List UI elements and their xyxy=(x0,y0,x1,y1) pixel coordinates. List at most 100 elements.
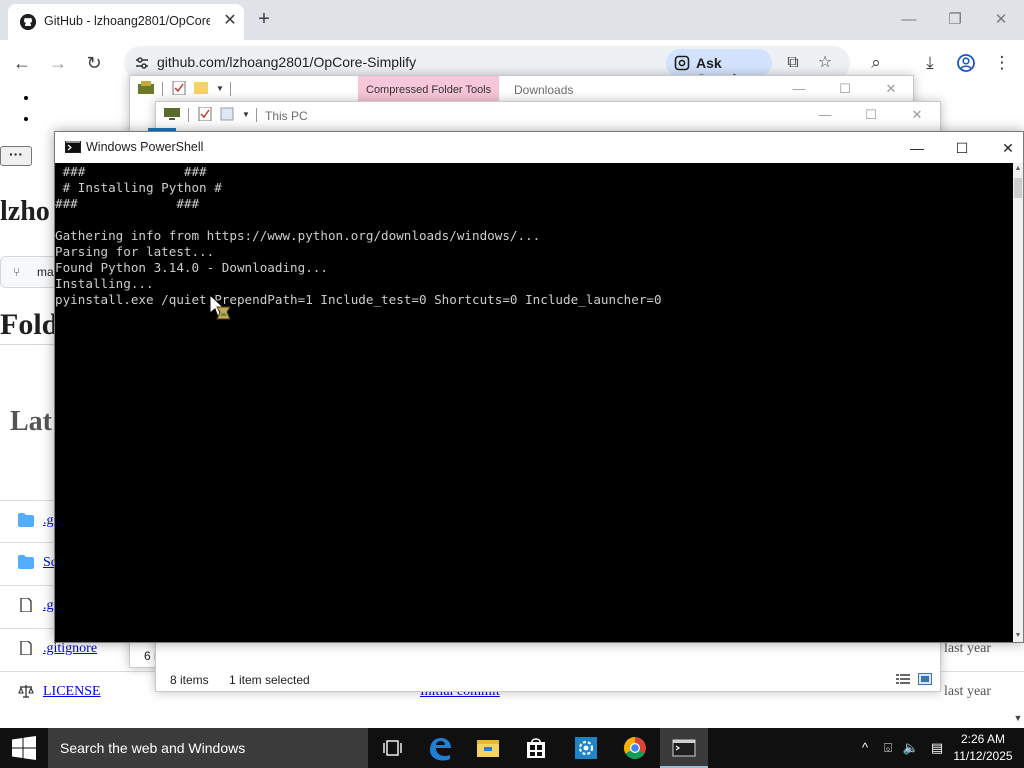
powershell-icon xyxy=(65,141,81,153)
close-window-icon[interactable]: ✕ xyxy=(986,8,1016,32)
status-bar: 8 items 1 item selected xyxy=(156,669,940,691)
folder-icon xyxy=(18,555,34,569)
console-line: Installing... xyxy=(55,276,154,291)
computer-icon xyxy=(164,108,180,120)
console-line: ### ### xyxy=(55,164,207,179)
list-bullet xyxy=(24,117,28,121)
properties-icon[interactable] xyxy=(172,81,188,95)
console-output[interactable]: ### ### # Installing Python # ### ### Ga… xyxy=(55,163,1013,642)
close-icon[interactable]: ✕ xyxy=(986,134,1024,162)
minimize-icon[interactable]: — xyxy=(894,8,924,32)
close-tab-icon[interactable]: ✕ xyxy=(220,11,240,31)
edge-button[interactable] xyxy=(416,728,464,768)
start-button[interactable] xyxy=(0,728,48,768)
google-lens-icon[interactable]: ⌕ xyxy=(864,51,888,75)
star-icon[interactable]: ☆ xyxy=(815,53,835,73)
list-bullet xyxy=(24,96,28,100)
maximize-icon[interactable]: ☐ xyxy=(832,79,858,99)
scroll-down-arrow-icon[interactable]: ▼ xyxy=(1013,630,1023,642)
ask-google-button[interactable]: Ask Google xyxy=(666,49,772,87)
console-scrollbar[interactable]: ▲ ▼ xyxy=(1013,163,1023,642)
url-text[interactable]: github.com/lzhoang2801/OpCore-Simplify xyxy=(157,54,416,70)
action-center-icon[interactable]: ▤ xyxy=(928,738,946,758)
clock-date: 11/12/2025 xyxy=(953,749,1013,763)
branch-selector[interactable]: ⑂ ma xyxy=(0,256,60,288)
back-arrow-icon[interactable]: ← xyxy=(10,51,34,75)
new-tab-icon[interactable]: + xyxy=(252,8,276,32)
file-name-link[interactable]: .gitignore xyxy=(43,641,97,657)
more-options-button[interactable]: ··· xyxy=(0,146,32,166)
task-view-button[interactable] xyxy=(368,728,416,768)
system-clock[interactable]: 2:26 AM 11/12/2025 xyxy=(950,731,1016,765)
tune-icon[interactable] xyxy=(134,55,150,71)
window-title: Downloads xyxy=(514,83,574,97)
scroll-up-arrow-icon[interactable]: ▲ xyxy=(1013,163,1023,175)
console-line: pyinstall.exe /quiet PrependPath=1 Inclu… xyxy=(55,292,662,307)
chrome-icon xyxy=(624,737,646,759)
folders-heading: Fold xyxy=(0,308,59,341)
terminal-button[interactable] xyxy=(660,728,708,768)
browser-tab[interactable]: GitHub - lzhoang2801/OpCore-Simplify ✕ xyxy=(8,4,244,40)
file-explorer-icon xyxy=(477,740,499,757)
quick-access-dropdown-icon[interactable]: ▼ xyxy=(242,108,252,122)
commit-date: last year xyxy=(944,684,992,699)
download-icon[interactable]: ⤓ xyxy=(918,51,942,75)
minimize-icon[interactable]: — xyxy=(895,134,939,162)
new-folder-icon[interactable] xyxy=(220,107,236,121)
window-title: Windows PowerShell xyxy=(86,140,204,154)
compressed-folder-tools-tab[interactable]: Compressed Folder Tools xyxy=(358,76,500,102)
new-folder-icon[interactable] xyxy=(194,81,210,95)
clock-time: 2:26 AM xyxy=(960,732,1006,746)
maximize-icon[interactable]: ☐ xyxy=(940,134,984,162)
console-line: # Installing Python # xyxy=(55,180,222,195)
install-app-icon[interactable]: ⧉ xyxy=(783,53,803,73)
chrome-button[interactable] xyxy=(611,728,659,768)
powershell-window: Windows PowerShell — ☐ ✕ ### ### # Insta… xyxy=(54,131,1024,643)
console-line: ### ### xyxy=(55,196,200,211)
properties-icon[interactable] xyxy=(198,107,214,121)
chrome-tab-strip: GitHub - lzhoang2801/OpCore-Simplify ✕ +… xyxy=(0,0,1024,40)
profile-icon[interactable] xyxy=(954,51,978,75)
file-name-link[interactable]: LICENSE xyxy=(43,684,101,700)
console-line: Gathering info from https://www.python.o… xyxy=(55,228,541,243)
task-view-icon xyxy=(383,740,402,756)
close-icon[interactable]: ✕ xyxy=(878,79,904,99)
scroll-down-arrow-icon[interactable]: ▼ xyxy=(1012,712,1024,724)
close-icon[interactable]: ✕ xyxy=(904,105,930,125)
github-icon xyxy=(20,14,36,30)
repo-heading: lzho xyxy=(0,196,50,227)
details-view-icon[interactable] xyxy=(896,673,910,685)
google-lens-icon xyxy=(674,55,690,71)
forward-arrow-icon[interactable]: → xyxy=(46,51,70,75)
search-placeholder: Search the web and Windows xyxy=(60,740,246,756)
store-button[interactable] xyxy=(512,728,560,768)
minimize-icon[interactable]: — xyxy=(812,105,838,125)
busy-cursor-icon xyxy=(209,293,231,320)
edge-icon xyxy=(430,738,451,761)
folder-app-icon xyxy=(138,81,154,94)
restore-icon[interactable]: ❐ xyxy=(940,8,970,32)
explorer-titlebar: ▼ Compressed Folder Tools Downloads — ☐ … xyxy=(130,76,913,102)
show-hidden-icons-icon[interactable]: ^ xyxy=(856,738,874,758)
file-icon xyxy=(20,598,32,612)
quick-access-dropdown-icon[interactable]: ▼ xyxy=(216,82,226,96)
reload-icon[interactable]: ↻ xyxy=(82,51,106,75)
taskbar-search-box[interactable]: Search the web and Windows xyxy=(48,728,368,768)
maximize-icon[interactable]: ☐ xyxy=(858,105,884,125)
divider xyxy=(162,82,163,96)
license-icon xyxy=(18,685,34,698)
settings-button[interactable] xyxy=(562,728,610,768)
file-explorer-button[interactable] xyxy=(464,728,512,768)
volume-muted-icon[interactable]: 🔈 xyxy=(902,738,920,758)
tab-title: GitHub - lzhoang2801/OpCore-Simplify xyxy=(44,14,210,28)
large-icons-view-icon[interactable] xyxy=(918,673,932,685)
network-icon[interactable]: ⌺ xyxy=(879,738,897,758)
store-icon xyxy=(527,738,545,758)
kebab-menu-icon[interactable]: ⋮ xyxy=(990,51,1014,75)
minimize-icon[interactable]: — xyxy=(786,79,812,99)
latest-commit-heading: Lat xyxy=(10,406,52,437)
powershell-titlebar: Windows PowerShell — ☐ ✕ xyxy=(55,132,1023,163)
scroll-thumb[interactable] xyxy=(1014,178,1022,198)
terminal-icon xyxy=(672,739,696,757)
folder-icon xyxy=(18,513,34,527)
